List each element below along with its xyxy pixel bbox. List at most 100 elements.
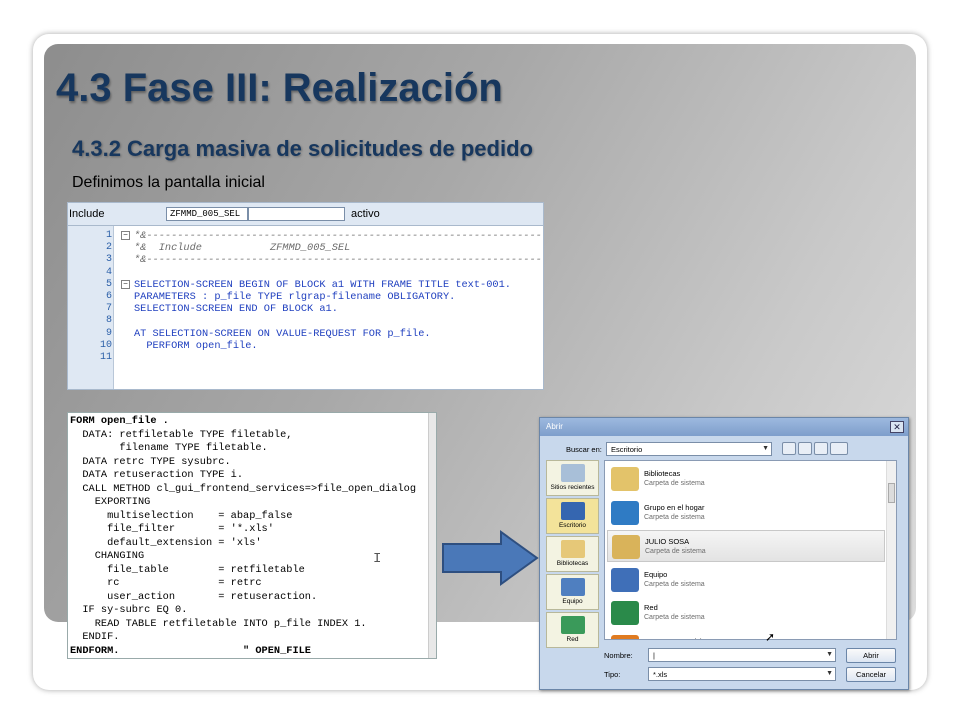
abap-editor-form[interactable]: FORM open_file . DATA: retfiletable TYPE…	[67, 412, 437, 659]
view-menu-icon[interactable]	[830, 442, 848, 455]
code-line: file_filter = '*.xls'	[70, 523, 274, 535]
code-line: READ TABLE retfiletable INTO p_file INDE…	[70, 617, 367, 630]
code-line: *& Include ZFMMD_005_SEL	[134, 242, 351, 255]
look-in-select[interactable]: Escritorio ▼	[606, 442, 772, 456]
place-desktop[interactable]: Escritorio	[546, 498, 599, 534]
place-recent[interactable]: Sitios recientes	[546, 460, 599, 496]
file-list-item[interactable]: Red Carpeta de sistema	[607, 597, 885, 629]
filetype-value: *.xls	[653, 670, 668, 679]
dialog-title: Abrir	[546, 422, 563, 431]
include-description-field[interactable]	[248, 207, 345, 221]
place-libraries[interactable]: Bibliotecas	[546, 536, 599, 572]
line-number: 5	[105, 278, 112, 290]
back-icon[interactable]	[782, 442, 796, 455]
folder-icon	[611, 467, 639, 491]
include-status: activo	[351, 208, 380, 220]
line-number: 7	[105, 303, 112, 315]
desktop-icon	[560, 502, 585, 520]
editor-body[interactable]: 1 *&-------------------------------------…	[68, 225, 543, 389]
item-description: Carpeta de sistema	[644, 480, 705, 487]
item-name: Red	[644, 603, 658, 612]
place-computer[interactable]: Equipo	[546, 574, 599, 610]
collapse-icon[interactable]: −	[121, 279, 130, 289]
line-number: 3	[105, 254, 112, 266]
open-button[interactable]: Abrir	[846, 648, 896, 663]
place-label: Sitios recientes	[550, 484, 595, 491]
chevron-down-icon: ▼	[826, 651, 833, 658]
line-number: 2	[105, 242, 112, 254]
code-line: DATA retrc TYPE sysubrc.	[70, 455, 231, 468]
recent-places-icon	[560, 464, 585, 482]
file-list-scrollbar[interactable]	[886, 461, 896, 639]
code-line: AT SELECTION-SCREEN ON VALUE-REQUEST FOR…	[134, 327, 431, 340]
slide-title: 4.3 Fase III: Realización	[56, 66, 503, 110]
item-name: avast! Free Antivirus	[644, 637, 712, 640]
code-line: IF sy-subrc EQ 0.	[70, 604, 188, 616]
collapse-icon[interactable]: −	[121, 231, 130, 240]
places-bar: Sitios recientes Escritorio Bibliotecas …	[546, 460, 599, 648]
code-line: *&--------------------------------------…	[134, 254, 544, 267]
line-number: 1	[105, 230, 112, 241]
file-list-item[interactable]: Grupo en el hogar Carpeta de sistema	[607, 497, 885, 529]
place-label: Equipo	[562, 598, 583, 605]
file-list-item[interactable]: Equipo Carpeta de sistema	[607, 564, 885, 596]
filename-label: Nombre:	[604, 651, 633, 660]
code-line: FORM open_file .	[70, 415, 169, 427]
filename-input[interactable]: | ▼	[648, 648, 836, 662]
abap-editor-include: Include ZFMMD_005_SEL activo 1 *&--------…	[67, 202, 544, 390]
code-line: ENDFORM. " OPEN_FILE	[70, 644, 311, 657]
editor-scrollbar[interactable]	[428, 413, 436, 658]
line-number: 11	[99, 352, 112, 363]
item-description: Carpeta de sistema	[645, 548, 706, 555]
code-line: PERFORM open_file.	[134, 339, 258, 352]
filename-value: |	[653, 651, 655, 660]
up-folder-icon[interactable]	[798, 442, 812, 455]
code-line: ENDIF.	[70, 631, 120, 643]
filetype-label: Tipo:	[604, 670, 621, 679]
file-list-item[interactable]: Bibliotecas Carpeta de sistema	[607, 463, 885, 495]
mouse-pointer-icon: ➚	[765, 630, 776, 644]
item-description: Carpeta de sistema	[644, 580, 705, 588]
editor-header: Include ZFMMD_005_SEL activo	[68, 203, 543, 225]
open-file-dialog: Abrir ✕ Buscar en: Escritorio ▼ Sitios r…	[539, 417, 909, 690]
line-number: 10	[99, 339, 112, 351]
homegroup-icon	[611, 500, 639, 525]
include-name-field[interactable]: ZFMMD_005_SEL	[166, 207, 248, 221]
network-icon	[611, 601, 639, 625]
new-folder-icon[interactable]	[814, 442, 828, 455]
look-in-label: Buscar en:	[566, 445, 602, 454]
code-line: EXPORTING	[70, 496, 151, 508]
line-number: 8	[105, 315, 112, 327]
code-line: PARAMETERS : p_file TYPE rlgrap-filename…	[134, 291, 456, 303]
code-line: filename TYPE filetable.	[70, 442, 268, 454]
item-name: Bibliotecas	[644, 469, 681, 478]
file-list-item[interactable]: avast! Free Antivirus	[607, 631, 885, 640]
item-description: Carpeta de sistema	[644, 614, 705, 621]
dialog-titlebar: Abrir ✕	[540, 418, 908, 436]
code-line: CALL METHOD cl_gui_frontend_services=>fi…	[70, 482, 417, 495]
chevron-down-icon: ▼	[762, 445, 769, 452]
place-network[interactable]: Red	[546, 612, 599, 648]
scrollbar-thumb[interactable]	[888, 483, 895, 503]
place-label: Escritorio	[558, 522, 587, 529]
line-number: 4	[105, 266, 112, 278]
code-line: DATA: retfiletable TYPE filetable,	[70, 428, 293, 441]
item-name: Equipo	[644, 569, 668, 579]
include-label: Include	[69, 208, 105, 220]
code-line: CHANGING	[70, 550, 145, 562]
code-line: rc = retrc	[70, 577, 262, 589]
computer-icon	[560, 578, 585, 596]
code-line: *&--------------------------------------…	[134, 230, 544, 242]
file-list[interactable]: Bibliotecas Carpeta de sistema Grupo en el…	[604, 460, 897, 640]
cancel-button[interactable]: Cancelar	[846, 667, 896, 682]
code-line: DATA retuseraction TYPE i.	[70, 469, 244, 481]
computer-icon	[611, 567, 639, 592]
close-icon[interactable]: ✕	[890, 421, 904, 433]
look-in-value: Escritorio	[611, 445, 643, 454]
chevron-down-icon: ▼	[826, 670, 833, 677]
file-list-item[interactable]: JULIO SOSA Carpeta de sistema	[607, 530, 885, 562]
item-description: Carpeta de sistema	[644, 513, 705, 521]
line-number: 9	[105, 327, 112, 339]
code-line: multiselection = abap_false	[70, 509, 293, 522]
filetype-select[interactable]: *.xls ▼	[648, 667, 836, 681]
